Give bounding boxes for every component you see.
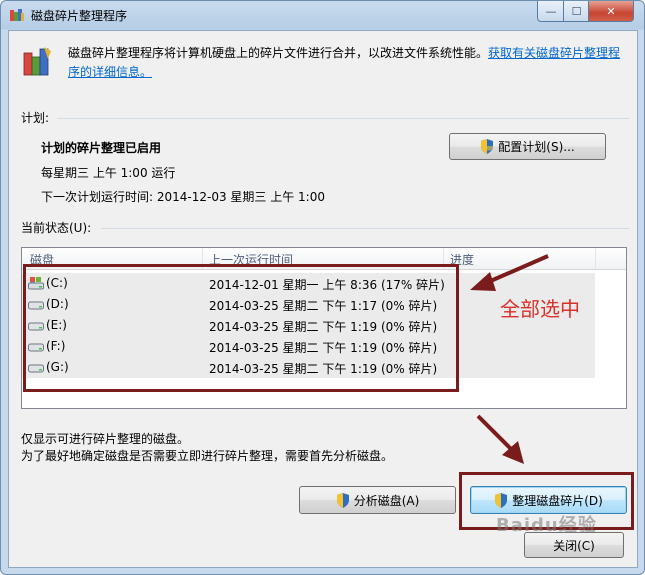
defrag-app-icon <box>10 9 24 21</box>
intro-description: 磁盘碎片整理程序将计算机硬盘上的碎片文件进行合并，以改进文件系统性能。获取有关磁… <box>68 44 628 82</box>
close-window-button[interactable]: ✕ <box>588 1 634 22</box>
schedule-status: 计划的碎片整理已启用 <box>41 141 162 155</box>
close-button-label: 关闭(C) <box>553 538 595 553</box>
select-all-annotation: 全部选中 <box>500 297 580 321</box>
note-analyze-first: 为了最好地确定磁盘是否需要立即进行碎片整理，需要首先分析磁盘。 <box>21 449 394 463</box>
uac-shield-icon <box>481 139 494 154</box>
column-divider[interactable] <box>595 248 596 269</box>
title-bar[interactable]: 磁盘碎片整理程序 — ☐ ✕ <box>1 1 644 29</box>
intro-text: 磁盘碎片整理程序将计算机硬盘上的碎片文件进行合并，以改进文件系统性能。 <box>68 46 489 60</box>
window-title: 磁盘碎片整理程序 <box>31 9 128 23</box>
schedule-section-label: 计划: <box>21 111 50 125</box>
schedule-frequency: 每星期三 上午 1:00 运行 <box>41 166 176 180</box>
maximize-button[interactable]: ☐ <box>563 1 590 22</box>
configure-schedule-button[interactable]: 配置计划(S)... <box>449 133 606 160</box>
defrag-app-icon <box>23 47 51 76</box>
analyze-disk-button[interactable]: 分析磁盘(A) <box>299 486 456 514</box>
minimize-button[interactable]: — <box>537 1 565 22</box>
uac-shield-icon <box>336 492 349 508</box>
current-status-label: 当前状态(U): <box>21 221 92 235</box>
analyze-disk-label: 分析磁盘(A) <box>353 493 420 508</box>
status-divider <box>101 228 629 229</box>
schedule-next-run: 下一次计划运行时间: 2014-12-03 星期三 上午 1:00 <box>41 190 325 204</box>
note-defraggable-only: 仅显示可进行碎片整理的磁盘。 <box>21 432 190 446</box>
schedule-divider <box>57 118 629 119</box>
select-all-highlight-box <box>23 264 459 392</box>
watermark: Baidu经验 <box>496 515 597 536</box>
configure-schedule-label: 配置计划(S)... <box>498 140 575 154</box>
